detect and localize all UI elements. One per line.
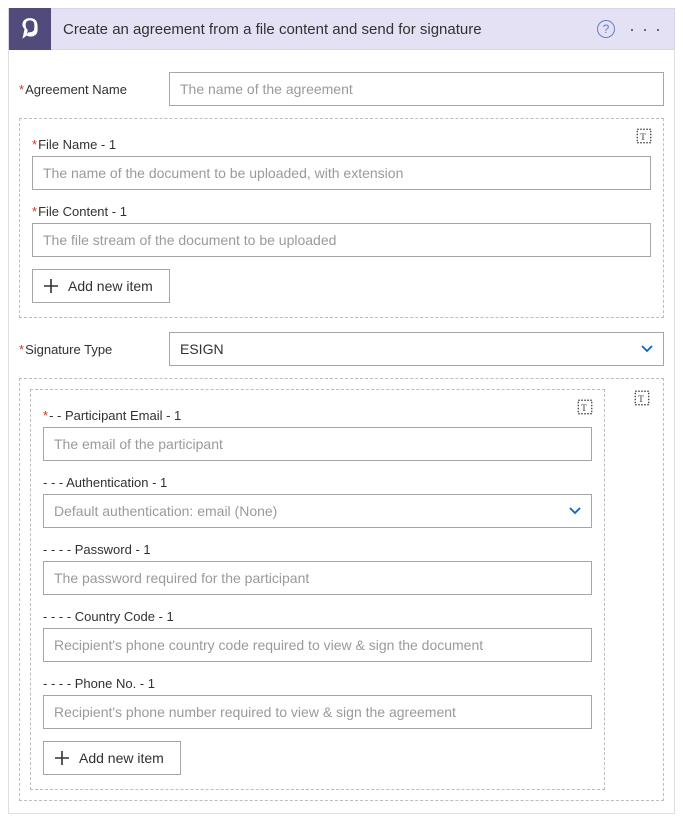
signature-type-select[interactable]: ESIGN (169, 332, 664, 366)
file-name-input[interactable] (32, 156, 651, 190)
svg-text:T: T (640, 132, 646, 142)
action-header: Create an agreement from a file content … (8, 8, 675, 50)
file-group: T *File Name - 1 *File Content - 1 Add n… (19, 118, 664, 318)
participant-email-label: *- - Participant Email - 1 (43, 408, 592, 423)
authentication-placeholder: Default authentication: email (None) (54, 503, 277, 519)
agreement-name-input[interactable] (169, 72, 664, 106)
help-icon[interactable]: ? (597, 20, 615, 38)
participant-outer-group: T T *- - Participant Email - 1 - - - Aut… (19, 378, 664, 801)
add-file-item-button[interactable]: Add new item (32, 269, 170, 303)
action-body: *Agreement Name T *File Name - 1 *File C… (8, 50, 675, 814)
add-participant-item-button[interactable]: Add new item (43, 741, 181, 775)
country-code-label: - - - - Country Code - 1 (43, 609, 592, 624)
plus-icon (43, 278, 59, 294)
signature-type-value: ESIGN (180, 341, 224, 357)
agreement-name-label: *Agreement Name (19, 82, 169, 97)
plus-icon (54, 750, 70, 766)
password-label: - - - - Password - 1 (43, 542, 592, 557)
phone-label: - - - - Phone No. - 1 (43, 676, 592, 691)
authentication-select[interactable]: Default authentication: email (None) (43, 494, 592, 528)
phone-input[interactable] (43, 695, 592, 729)
country-code-input[interactable] (43, 628, 592, 662)
dynamic-content-icon[interactable]: T (576, 398, 594, 416)
more-menu-icon[interactable]: · · · (629, 19, 666, 40)
svg-text:T: T (581, 403, 587, 413)
file-content-input[interactable] (32, 223, 651, 257)
signature-type-label: *Signature Type (19, 342, 169, 357)
authentication-label: - - - Authentication - 1 (43, 475, 592, 490)
file-name-label: *File Name - 1 (32, 137, 651, 152)
dynamic-content-icon[interactable]: T (635, 127, 653, 145)
participant-inner-group: T *- - Participant Email - 1 - - - Authe… (30, 389, 605, 790)
dynamic-content-icon[interactable]: T (633, 389, 651, 407)
password-input[interactable] (43, 561, 592, 595)
add-file-label: Add new item (68, 278, 153, 294)
adobe-sign-icon (9, 8, 51, 50)
action-title: Create an agreement from a file content … (63, 21, 597, 38)
participant-email-input[interactable] (43, 427, 592, 461)
svg-text:T: T (638, 394, 644, 404)
add-participant-label: Add new item (79, 750, 164, 766)
file-content-label: *File Content - 1 (32, 204, 651, 219)
